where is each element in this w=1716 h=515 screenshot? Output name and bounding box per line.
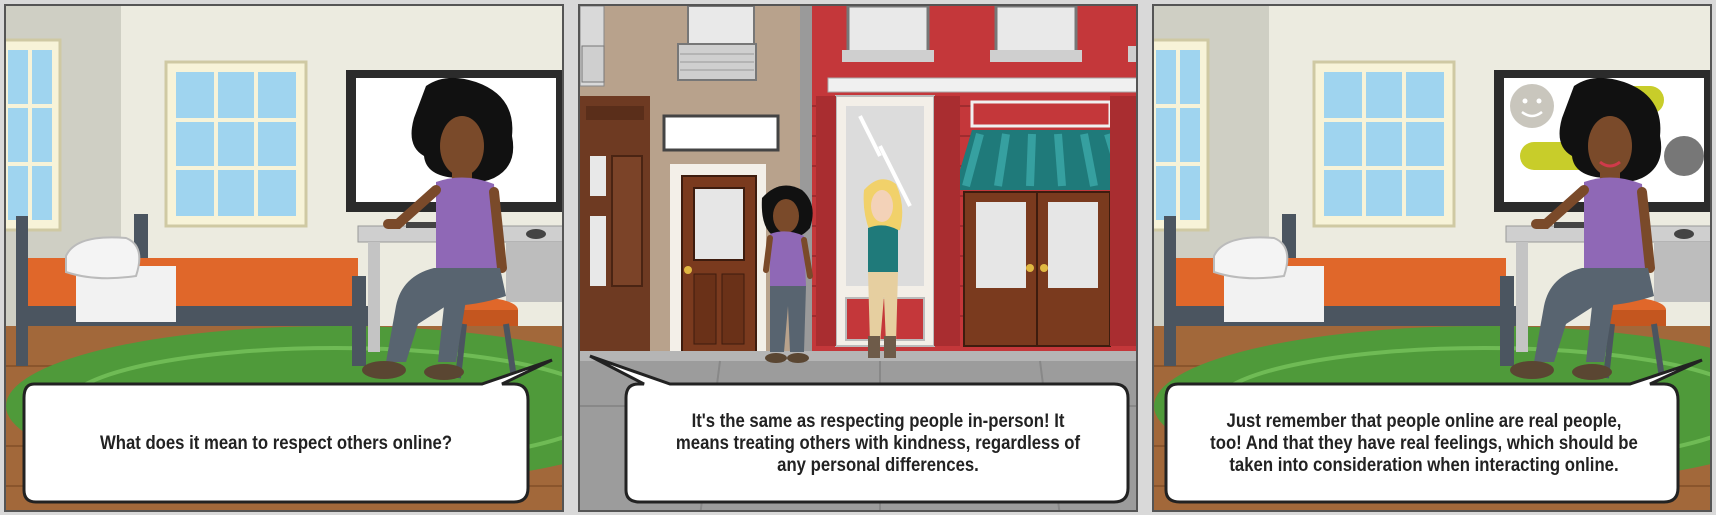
smiley-icon: [1510, 84, 1554, 128]
window-left: [1154, 38, 1210, 232]
green-awning: [954, 100, 1130, 190]
speech-text: Just remember that people online are rea…: [1210, 411, 1638, 476]
speech-text: It's the same as respecting people in-pe…: [675, 411, 1081, 476]
window-center: [1312, 60, 1456, 228]
comic-strip: What does it mean to respect others onli…: [0, 0, 1716, 515]
sad-face-icon: [1664, 136, 1704, 176]
speech-text: What does it mean to respect others onli…: [99, 433, 453, 454]
window-center: [164, 60, 308, 228]
comic-panel-2: It's the same as respecting people in-pe…: [578, 4, 1138, 512]
comic-panel-3: Just remember that people online are rea…: [1152, 4, 1712, 512]
upper-window: [677, 6, 757, 81]
window-left: [6, 38, 62, 232]
blank-sign: [662, 114, 780, 152]
double-doors: [963, 191, 1111, 347]
comic-panel-1: What does it mean to respect others onli…: [4, 4, 564, 512]
front-door: [670, 164, 766, 353]
